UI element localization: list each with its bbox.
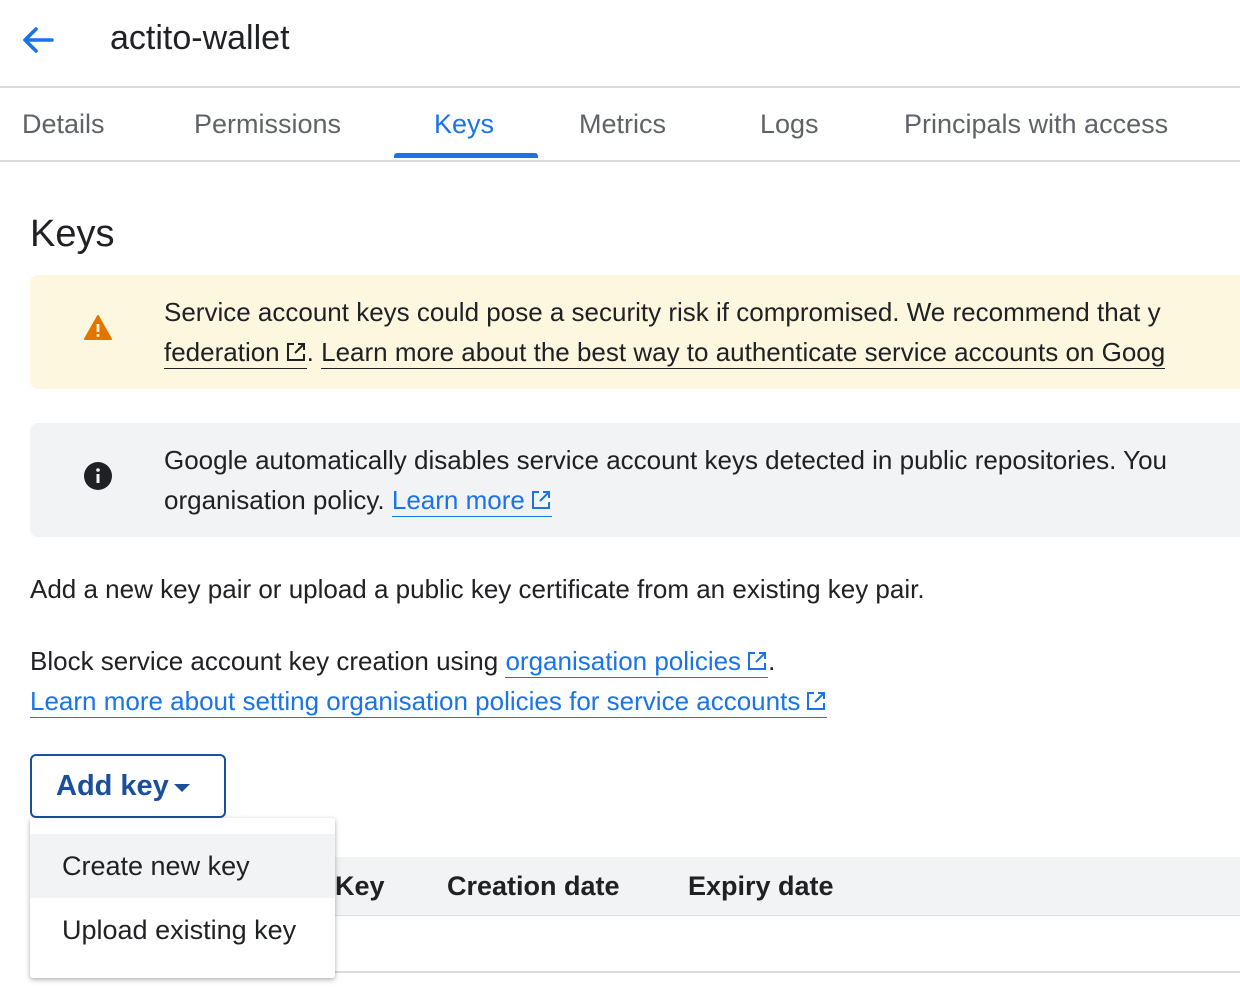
warning-text: Service account keys could pose a securi…: [164, 292, 1240, 372]
warning-icon: [84, 315, 112, 340]
external-link-icon: [286, 343, 305, 361]
app-header: actito-wallet: [0, 0, 1240, 88]
info-icon: [84, 462, 112, 490]
tab-logs[interactable]: Logs: [760, 88, 819, 160]
federation-link[interactable]: federation: [164, 337, 307, 369]
external-link-icon: [748, 652, 767, 670]
description-text: Add a new key pair or upload a public ke…: [30, 574, 925, 604]
warning-line-2: federation. Learn more about the best wa…: [164, 332, 1240, 372]
active-tab-indicator: [394, 153, 538, 158]
external-link-icon: [807, 692, 826, 710]
add-key-label: Add key: [56, 769, 169, 802]
column-header-key[interactable]: Key: [335, 857, 385, 915]
warning-line-1: Service account keys could pose a securi…: [164, 297, 1161, 327]
add-key-dropdown-menu: Create new key Upload existing key: [30, 818, 335, 978]
learn-more-link[interactable]: Learn more: [391, 485, 552, 517]
tab-metrics[interactable]: Metrics: [579, 88, 666, 160]
tab-permissions[interactable]: Permissions: [194, 88, 341, 160]
learn-more-org-policies-link[interactable]: Learn more about setting organisation po…: [30, 686, 828, 718]
tab-bar: Details Permissions Keys Metrics Logs Pr…: [0, 88, 1240, 162]
warning-period: .: [306, 337, 314, 367]
info-text: Google automatically disables service ac…: [164, 440, 1240, 520]
column-header-creation-date[interactable]: Creation date: [447, 857, 620, 915]
page-title: actito-wallet: [110, 19, 290, 57]
organisation-policies-link[interactable]: organisation policies: [505, 646, 769, 678]
external-link-icon: [531, 491, 550, 509]
tab-details[interactable]: Details: [22, 88, 105, 160]
menu-item-upload-existing-key[interactable]: Upload existing key: [30, 898, 335, 962]
block-policy-text: Block service account key creation using…: [30, 641, 828, 721]
add-key-button[interactable]: Add key: [30, 754, 226, 818]
info-line-1: Google automatically disables service ac…: [164, 445, 1168, 475]
back-arrow-icon[interactable]: [18, 20, 58, 60]
info-line-2: organisation policy. Learn more: [164, 480, 1240, 520]
security-warning-banner: Service account keys could pose a securi…: [30, 275, 1240, 389]
tab-keys[interactable]: Keys: [434, 88, 494, 160]
dropdown-caret-icon: [174, 784, 190, 792]
section-heading: Keys: [30, 213, 115, 255]
info-banner: Google automatically disables service ac…: [30, 423, 1240, 537]
menu-item-create-new-key[interactable]: Create new key: [30, 834, 335, 898]
authenticate-service-accounts-link[interactable]: Learn more about the best way to authent…: [321, 337, 1166, 369]
tab-principals-with-access[interactable]: Principals with access: [904, 88, 1168, 160]
column-header-expiry-date[interactable]: Expiry date: [688, 857, 834, 915]
